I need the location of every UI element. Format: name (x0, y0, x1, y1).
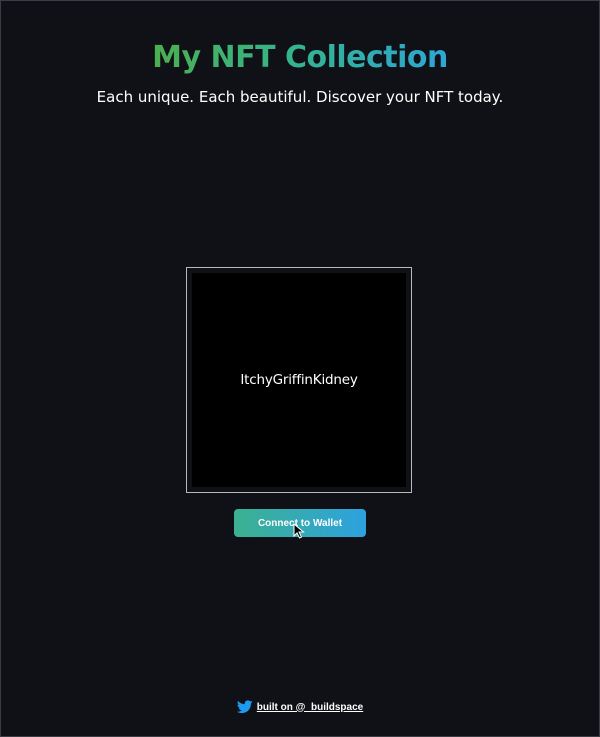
mouse-pointer-icon (293, 523, 305, 539)
footer: built on @_buildspace (0, 700, 600, 714)
twitter-icon (236, 700, 253, 714)
page-title-text: My NFT Collection (152, 40, 448, 76)
page-subtitle: Each unique. Each beautiful. Discover yo… (96, 88, 504, 106)
nft-card: ItchyGriffinKidney (186, 267, 412, 493)
page-title: My NFT Collection (0, 38, 600, 78)
nft-image: ItchyGriffinKidney (192, 273, 406, 487)
nft-name: ItchyGriffinKidney (240, 372, 358, 388)
buildspace-link[interactable]: built on @_buildspace (257, 702, 363, 713)
